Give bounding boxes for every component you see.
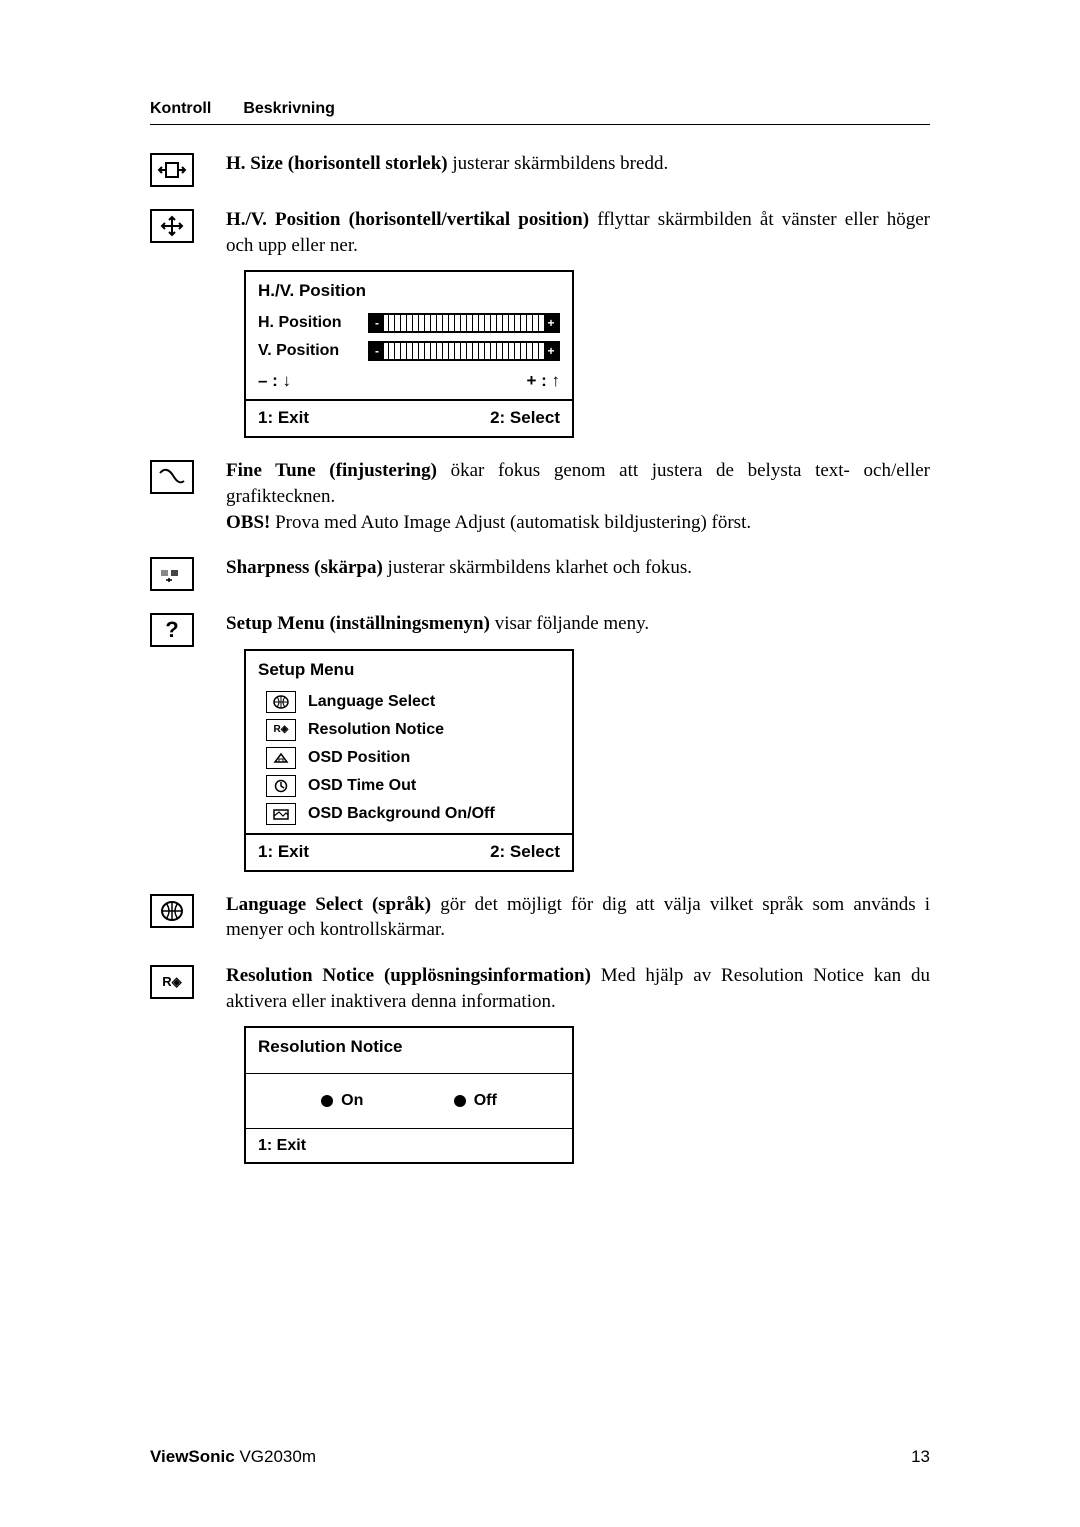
- h-position-slider[interactable]: -+: [368, 313, 560, 333]
- radio-bullet-icon: [454, 1095, 466, 1107]
- page-number: 13: [911, 1447, 930, 1467]
- hsize-icon: [150, 153, 194, 187]
- res-exit-label: 1: Exit: [258, 1137, 306, 1154]
- res-off-option[interactable]: Off: [454, 1090, 497, 1112]
- language-icon: [150, 894, 194, 928]
- osd-hv-position: H./V. Position H. Position -+ V. Positio…: [244, 270, 574, 438]
- setup-exit-label: 1: Exit: [258, 841, 309, 864]
- osd-resolution-notice: Resolution Notice On Off 1: Exit: [244, 1026, 574, 1164]
- minus-control: – : ↓: [258, 370, 291, 393]
- res-notice-icon: R◈: [266, 719, 296, 741]
- sharpness-description: Sharpness (skärpa) justerar skärmbildens…: [226, 555, 930, 581]
- language-description: Language Select (språk) gör det möjligt …: [226, 892, 930, 943]
- menu-resolution-notice[interactable]: R◈ Resolution Notice: [246, 716, 572, 744]
- osd-position-icon: [266, 747, 296, 769]
- menu-osd-background[interactable]: OSD Background On/Off: [246, 800, 572, 833]
- menu-osd-timeout[interactable]: OSD Time Out: [246, 772, 572, 800]
- plus-control: + : ↑: [526, 370, 560, 393]
- radio-bullet-icon: [321, 1095, 333, 1107]
- header-beskrivning: Beskrivning: [243, 100, 335, 118]
- footer-brand: ViewSonic: [150, 1447, 235, 1466]
- exit-label: 1: Exit: [258, 407, 309, 430]
- clock-icon: [266, 775, 296, 797]
- select-label: 2: Select: [490, 407, 560, 430]
- hsize-description: H. Size (horisontell storlek) justerar s…: [226, 151, 930, 177]
- page-footer: ViewSonic VG2030m 13: [150, 1407, 930, 1467]
- resnotice-description: Resolution Notice (upplösningsinformatio…: [226, 963, 930, 1164]
- hvpos-description: H./V. Position (horisontell/vertikal pos…: [226, 207, 930, 438]
- menu-osd-position[interactable]: OSD Position: [246, 744, 572, 772]
- v-position-slider[interactable]: -+: [368, 341, 560, 361]
- globe-icon: [266, 691, 296, 713]
- finetune-description: Fine Tune (finjustering) ökar fokus geno…: [226, 458, 930, 535]
- background-icon: [266, 803, 296, 825]
- h-position-label: H. Position: [258, 312, 358, 334]
- setup-icon: ?: [150, 613, 194, 647]
- header-kontroll: Kontroll: [150, 100, 211, 118]
- resnotice-icon: R◈: [150, 965, 194, 999]
- v-position-label: V. Position: [258, 340, 358, 362]
- sharpness-icon: [150, 557, 194, 591]
- menu-language-select[interactable]: Language Select: [246, 688, 572, 716]
- footer-model: VG2030m: [235, 1447, 316, 1466]
- hvpos-icon: [150, 209, 194, 243]
- setup-description: Setup Menu (inställningsmenyn) visar föl…: [226, 611, 930, 872]
- finetune-icon: [150, 460, 194, 494]
- res-on-option[interactable]: On: [321, 1090, 363, 1112]
- osd-setup-menu: Setup Menu Language Select R◈ Resolution…: [244, 649, 574, 872]
- setup-select-label: 2: Select: [490, 841, 560, 864]
- table-header: Kontroll Beskrivning: [150, 100, 930, 125]
